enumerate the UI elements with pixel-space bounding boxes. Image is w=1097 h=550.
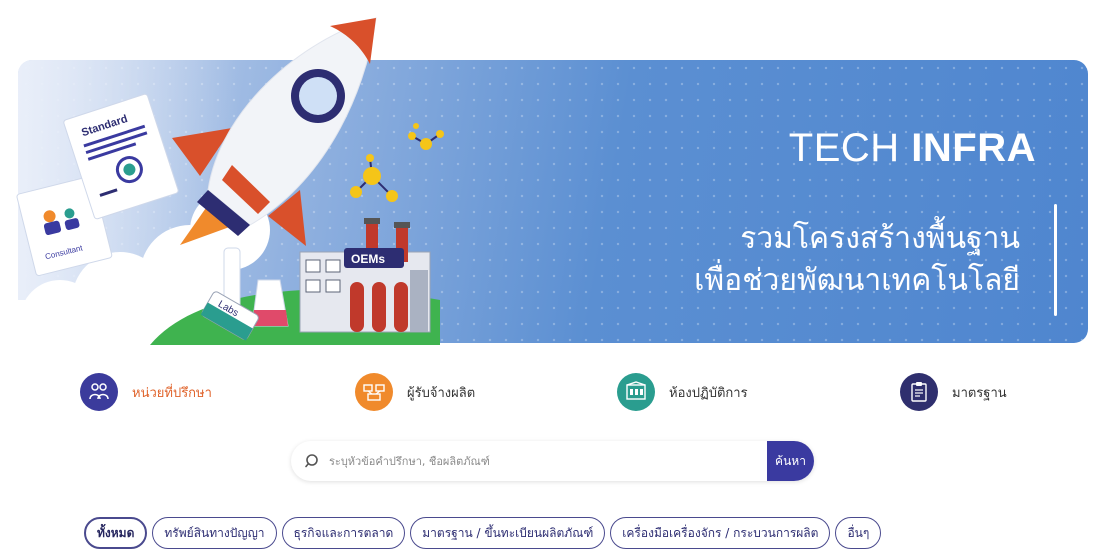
hero-title-light: TECH xyxy=(788,126,912,170)
filter-standard-registration[interactable]: มาตรฐาน / ขึ้นทะเบียนผลิตภัณฑ์ xyxy=(410,517,606,549)
hero-title-bold: INFRA xyxy=(911,126,1036,170)
category-standard-label: มาตรฐาน xyxy=(952,385,1007,401)
category-laboratory-label: ห้องปฏิบัติการ xyxy=(669,385,748,401)
category-manufacturer[interactable]: ผู้รับจ้างผลิต xyxy=(355,372,475,412)
filter-pill-group: ทั้งหมด ทรัพย์สินทางปัญญา ธุรกิจและการตล… xyxy=(84,517,882,549)
filter-intellectual-property[interactable]: ทรัพย์สินทางปัญญา xyxy=(152,517,277,549)
hero-subtitle-line1: รวมโครงสร้างพื้นฐาน xyxy=(740,221,1020,256)
search-input[interactable] xyxy=(329,454,767,468)
manufacturer-icon xyxy=(355,373,393,411)
hero-banner: TECH INFRA รวมโครงสร้างพื้นฐาน เพื่อช่วย… xyxy=(18,60,1088,343)
filter-others[interactable]: อื่นๆ xyxy=(835,517,882,549)
category-consultant[interactable]: หน่วยที่ปรึกษา xyxy=(80,372,212,412)
hero-subtitle-line2: เพื่อช่วยพัฒนาเทคโนโลยี xyxy=(694,263,1020,298)
search-bar: ค้นหา xyxy=(291,441,814,481)
category-manufacturer-label: ผู้รับจ้างผลิต xyxy=(407,385,476,401)
category-laboratory[interactable]: ห้องปฏิบัติการ xyxy=(617,372,748,412)
page: TECH INFRA รวมโครงสร้างพื้นฐาน เพื่อช่วย… xyxy=(0,0,1097,550)
search-button[interactable]: ค้นหา xyxy=(767,441,814,481)
consultant-icon xyxy=(80,373,118,411)
filter-machinery-process[interactable]: เครื่องมือเครื่องจักร / กระบวนการผลิต xyxy=(610,517,831,549)
filter-all[interactable]: ทั้งหมด xyxy=(84,517,148,549)
search-icon xyxy=(305,454,318,468)
hero-title: TECH INFRA xyxy=(789,126,1036,171)
category-standard[interactable]: มาตรฐาน xyxy=(900,372,1007,412)
hero-left-fade xyxy=(18,60,238,343)
hero-subtitle: รวมโครงสร้างพื้นฐาน เพื่อช่วยพัฒนาเทคโนโ… xyxy=(694,218,1020,302)
hero-divider-bar xyxy=(1054,204,1057,316)
laboratory-icon xyxy=(617,373,655,411)
filter-business-marketing[interactable]: ธุรกิจและการตลาด xyxy=(281,517,406,549)
category-consultant-label: หน่วยที่ปรึกษา xyxy=(132,385,212,401)
standard-icon xyxy=(900,373,938,411)
